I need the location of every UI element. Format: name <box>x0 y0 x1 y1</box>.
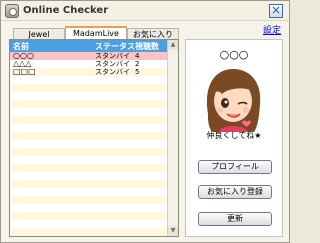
empty-row <box>10 76 168 84</box>
profile-button[interactable]: プロフィール <box>198 160 272 174</box>
add-favorite-button[interactable]: お気に入り登録 <box>198 185 272 199</box>
list-row[interactable]: □□□ スタンバイ 5 <box>10 68 168 76</box>
list-row[interactable]: ○○○ スタンバイ 4 <box>10 52 168 60</box>
list-scrollbar[interactable]: ▲ ▼ <box>167 40 178 236</box>
row-name: □□□ <box>13 67 36 76</box>
scroll-up-arrow-icon[interactable]: ▲ <box>168 40 178 50</box>
row-viewers: 2 <box>135 60 140 68</box>
row-viewers: 5 <box>135 68 140 76</box>
refresh-button[interactable]: 更新 <box>198 212 272 226</box>
empty-row <box>10 188 168 196</box>
empty-row <box>10 148 168 156</box>
close-button[interactable]: × <box>269 4 283 18</box>
empty-row <box>10 196 168 204</box>
tab-madamlive[interactable]: MadamLive <box>65 26 127 40</box>
column-header-viewers[interactable]: 視聴数 <box>135 41 159 52</box>
profile-name: ○○○ <box>219 48 249 61</box>
app-icon <box>5 4 19 18</box>
empty-row <box>10 140 168 148</box>
empty-row <box>10 124 168 132</box>
empty-row <box>10 84 168 92</box>
app-window: Online Checker × 設定 Jewel MadamLive お気に入… <box>0 0 290 243</box>
row-status: スタンバイ <box>95 60 130 68</box>
empty-row <box>10 164 168 172</box>
title-bar: Online Checker × <box>1 1 289 21</box>
empty-row <box>10 100 168 108</box>
empty-row <box>10 204 168 212</box>
window-title: Online Checker <box>23 5 109 16</box>
scroll-down-arrow-icon[interactable]: ▼ <box>168 226 178 236</box>
avatar <box>198 64 268 134</box>
profile-caption: 仲良くしてね★ <box>206 131 262 140</box>
empty-row <box>10 108 168 116</box>
empty-row <box>10 228 168 236</box>
row-viewers: 4 <box>135 52 140 60</box>
empty-row <box>10 132 168 140</box>
profile-panel: ○○○ 仲良くしてね★ プロフィール お気に入り登録 更新 <box>185 39 283 237</box>
empty-row <box>10 180 168 188</box>
empty-row <box>10 212 168 220</box>
tab-bar: Jewel MadamLive お気に入り <box>9 26 179 40</box>
column-header-status[interactable]: ステータス <box>95 41 135 52</box>
row-status: スタンバイ <box>95 52 130 60</box>
empty-row <box>10 220 168 228</box>
performer-list-panel: 名前 ステータス 視聴数 ○○○ スタンバイ 4 △△△ スタンバイ 2 □□□… <box>9 39 179 237</box>
empty-row <box>10 116 168 124</box>
row-status: スタンバイ <box>95 68 130 76</box>
empty-row <box>10 92 168 100</box>
settings-link[interactable]: 設定 <box>263 23 281 36</box>
performer-list: ○○○ スタンバイ 4 △△△ スタンバイ 2 □□□ スタンバイ 5 <box>10 52 168 236</box>
empty-row <box>10 172 168 180</box>
empty-row <box>10 156 168 164</box>
